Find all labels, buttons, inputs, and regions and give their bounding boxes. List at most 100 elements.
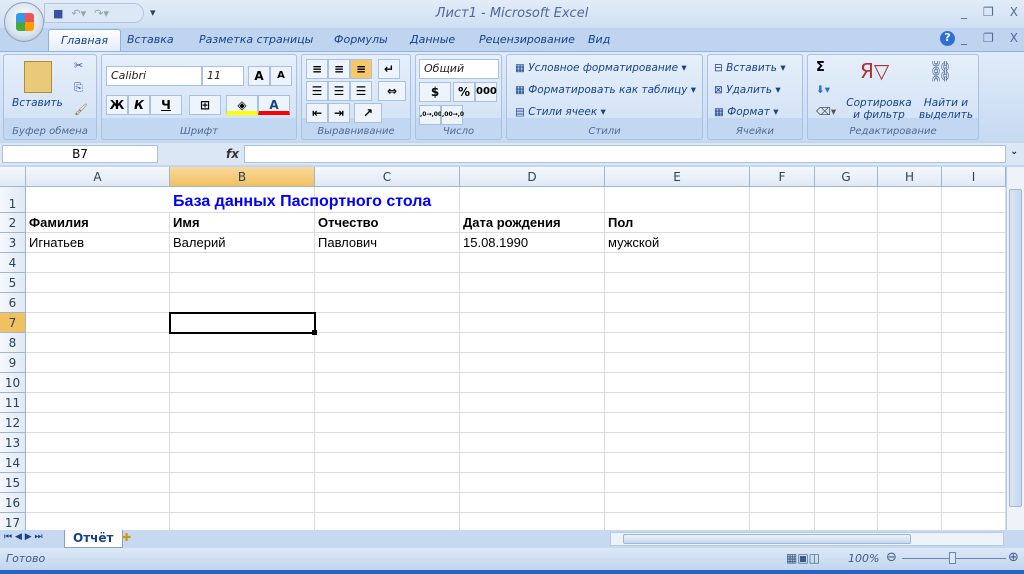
cell-F10[interactable] [750,373,815,393]
cell-I7[interactable] [942,313,1006,333]
cell-H7[interactable] [878,313,942,333]
cell-D2[interactable]: Дата рождения [460,213,605,233]
select-all-button[interactable] [0,167,26,187]
cell-C17[interactable] [315,513,460,530]
cell-F14[interactable] [750,453,815,473]
cell-E3[interactable]: мужской [605,233,750,253]
cell-I15[interactable] [942,473,1006,493]
cell-C14[interactable] [315,453,460,473]
cell-C12[interactable] [315,413,460,433]
cell-D16[interactable] [460,493,605,513]
cell-G1[interactable] [815,187,878,213]
row-header-6[interactable]: 6 [0,293,26,313]
view-buttons[interactable]: ▦▣◫ [786,551,820,565]
format-cells-button[interactable]: ▦ Формат ▾ [714,106,778,118]
help-icon[interactable]: ? [940,31,955,46]
cell-C1[interactable] [315,187,460,213]
cell-C8[interactable] [315,333,460,353]
paste-icon[interactable] [24,61,52,93]
cell-B8[interactable] [170,333,315,353]
cell-B3[interactable]: Валерий [170,233,315,253]
cell-H10[interactable] [878,373,942,393]
cell-F17[interactable] [750,513,815,530]
tab-formulas[interactable]: Формулы [334,33,388,46]
cell-H9[interactable] [878,353,942,373]
cell-B17[interactable] [170,513,315,530]
cell-E16[interactable] [605,493,750,513]
cell-A9[interactable] [26,353,170,373]
tab-home[interactable]: Главная [48,29,121,53]
cell-E4[interactable] [605,253,750,273]
cell-E10[interactable] [605,373,750,393]
cell-C6[interactable] [315,293,460,313]
cell-D11[interactable] [460,393,605,413]
cell-G15[interactable] [815,473,878,493]
row-header-2[interactable]: 2 [0,213,26,233]
zoom-level[interactable]: 100% [848,552,879,565]
cell-E12[interactable] [605,413,750,433]
cell-B11[interactable] [170,393,315,413]
cell-G9[interactable] [815,353,878,373]
cell-E11[interactable] [605,393,750,413]
sort-filter-button[interactable]: Сортировка и фильтр [846,97,912,121]
shrink-font-button[interactable]: A [270,66,292,86]
cell-H16[interactable] [878,493,942,513]
cell-C10[interactable] [315,373,460,393]
percent-button[interactable]: % [453,82,475,102]
align-right-button[interactable]: ☰ [350,81,372,101]
font-size-select[interactable]: 11 [202,66,244,86]
cell-B13[interactable] [170,433,315,453]
close-button[interactable]: X [1010,5,1018,19]
doc-minimize-button[interactable]: _ [961,31,967,45]
cell-F13[interactable] [750,433,815,453]
cell-A13[interactable] [26,433,170,453]
cell-F11[interactable] [750,393,815,413]
cell-B6[interactable] [170,293,315,313]
cell-F3[interactable] [750,233,815,253]
cell-C9[interactable] [315,353,460,373]
decrease-indent-button[interactable]: ⇤ [306,103,328,123]
column-header-A[interactable]: A [26,167,170,187]
cell-C5[interactable] [315,273,460,293]
expand-formula-bar-icon[interactable]: ⌄ [1010,146,1018,157]
cell-A16[interactable] [26,493,170,513]
cell-I13[interactable] [942,433,1006,453]
cell-A1[interactable] [26,187,170,213]
cell-B9[interactable] [170,353,315,373]
align-center-button[interactable]: ☰ [328,81,350,101]
row-header-3[interactable]: 3 [0,233,26,253]
cell-H5[interactable] [878,273,942,293]
cell-I11[interactable] [942,393,1006,413]
increase-indent-button[interactable]: ⇥ [328,103,350,123]
cell-A2[interactable]: Фамилия [26,213,170,233]
row-header-12[interactable]: 12 [0,413,26,433]
merge-center-button[interactable]: ⇔ [378,81,406,101]
cell-I14[interactable] [942,453,1006,473]
cell-B16[interactable] [170,493,315,513]
cell-E13[interactable] [605,433,750,453]
cell-D8[interactable] [460,333,605,353]
row-header-13[interactable]: 13 [0,433,26,453]
cell-E8[interactable] [605,333,750,353]
cell-I5[interactable] [942,273,1006,293]
cell-H2[interactable] [878,213,942,233]
cell-E17[interactable] [605,513,750,530]
cell-H13[interactable] [878,433,942,453]
cell-G13[interactable] [815,433,878,453]
tab-review[interactable]: Рецензирование [479,33,575,46]
row-header-11[interactable]: 11 [0,393,26,413]
save-icon[interactable]: ■ [53,7,63,20]
cell-B14[interactable] [170,453,315,473]
cell-G14[interactable] [815,453,878,473]
row-header-16[interactable]: 16 [0,493,26,513]
cell-H15[interactable] [878,473,942,493]
cell-A15[interactable] [26,473,170,493]
vertical-scrollbar[interactable] [1006,167,1024,530]
tab-view[interactable]: Вид [588,33,610,46]
align-top-button[interactable]: ≡ [306,59,328,79]
cell-E5[interactable] [605,273,750,293]
horizontal-scrollbar[interactable] [610,532,1004,546]
row-header-17[interactable]: 17 [0,513,26,530]
column-header-C[interactable]: C [315,167,460,187]
zoom-in-button[interactable]: ⊕ [1008,550,1019,565]
